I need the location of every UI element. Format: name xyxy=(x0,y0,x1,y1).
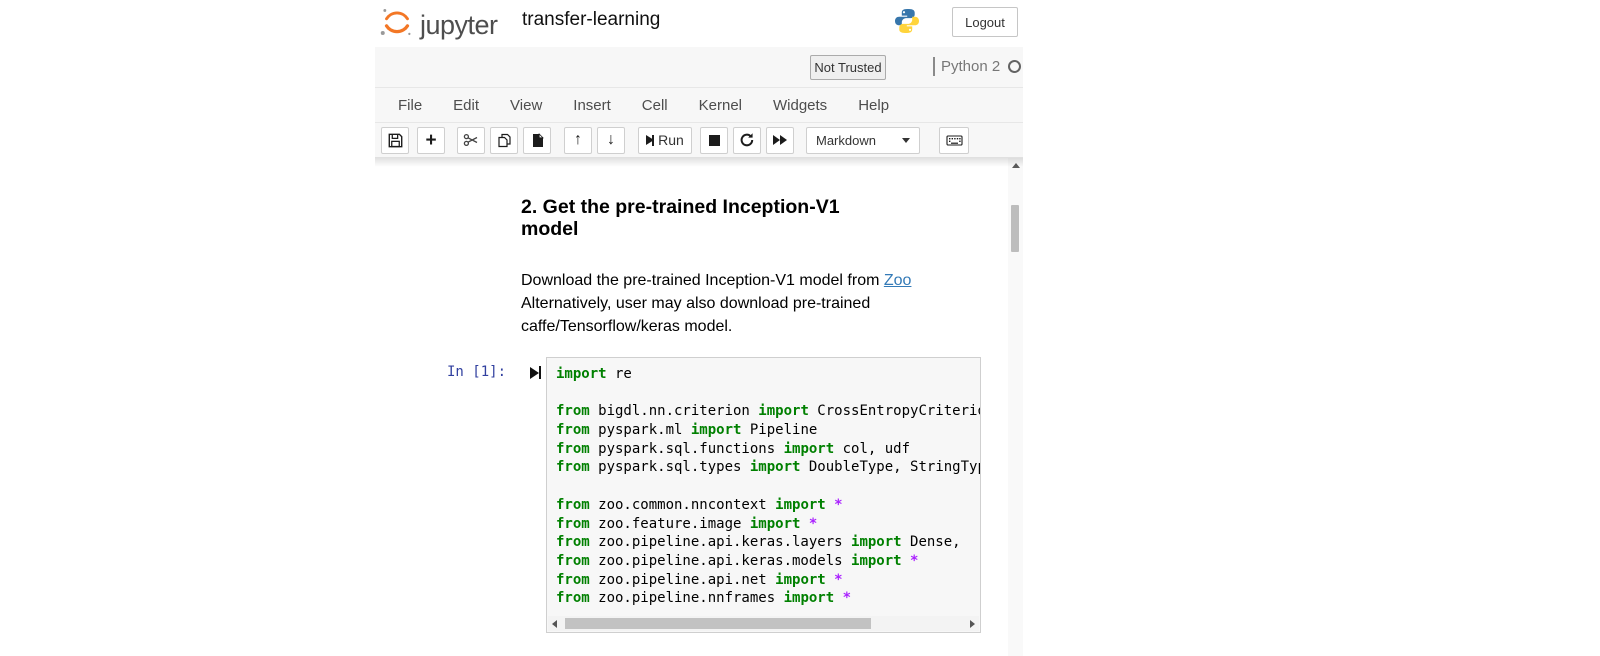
paragraph-text: Download the pre-trained Inception-V1 mo… xyxy=(521,272,884,289)
scroll-right-arrow-icon[interactable] xyxy=(966,616,979,631)
code-horizontal-scrollbar[interactable] xyxy=(548,616,979,631)
cell-type-dropdown[interactable]: Markdown xyxy=(806,127,920,154)
jupyter-logo-icon xyxy=(378,4,416,47)
code-cell[interactable]: import re from bigdl.nn.criterion import… xyxy=(546,357,981,633)
add-cell-button[interactable]: + xyxy=(417,127,445,154)
notebook-chrome: Not Trusted Python 2 File Edit View Inse… xyxy=(375,47,1023,157)
fast-forward-icon xyxy=(773,135,787,145)
header-shadow xyxy=(375,157,1023,167)
browser-viewport: jupyter transfer-learning Logout Not Tru… xyxy=(0,0,1600,656)
zoo-link[interactable]: Zoo xyxy=(884,272,912,289)
notebook-title[interactable]: transfer-learning xyxy=(522,9,660,31)
markdown-paragraph: Download the pre-trained Inception-V1 mo… xyxy=(521,269,911,338)
cell-run-indicator-icon[interactable] xyxy=(530,366,541,379)
status-row: Not Trusted Python 2 xyxy=(375,47,1023,87)
jupyter-logo-text: jupyter xyxy=(420,10,498,41)
add-cell-icon: + xyxy=(425,131,436,150)
code-lines[interactable]: import re from bigdl.nn.criterion import… xyxy=(547,358,980,616)
kernel-separator xyxy=(933,57,935,76)
menu-file[interactable]: File xyxy=(398,97,422,114)
notebook-header: jupyter transfer-learning Logout xyxy=(375,0,1023,47)
save-button[interactable] xyxy=(381,127,409,154)
menu-edit[interactable]: Edit xyxy=(453,97,479,114)
trust-status-badge[interactable]: Not Trusted xyxy=(810,55,886,80)
keyboard-icon xyxy=(946,133,963,148)
menu-kernel[interactable]: Kernel xyxy=(699,97,742,114)
kernel-idle-circle-icon xyxy=(1008,60,1021,73)
cut-icon xyxy=(463,132,479,148)
move-up-icon: ↑ xyxy=(574,132,582,148)
menu-insert[interactable]: Insert xyxy=(573,97,611,114)
copy-icon xyxy=(497,133,512,148)
restart-run-all-button[interactable] xyxy=(766,127,794,154)
run-cell-button[interactable]: Run xyxy=(638,127,692,154)
command-palette-button[interactable] xyxy=(939,127,969,154)
heading-line-2: model xyxy=(521,219,840,241)
save-icon xyxy=(388,133,403,148)
copy-cell-button[interactable] xyxy=(490,127,518,154)
paste-cell-button[interactable] xyxy=(523,127,551,154)
paste-icon xyxy=(530,133,545,148)
paragraph-line-2: Alternatively, user may also download pr… xyxy=(521,292,911,315)
restart-kernel-button[interactable] xyxy=(733,127,761,154)
move-down-icon: ↓ xyxy=(607,132,615,148)
jupyter-logo[interactable]: jupyter xyxy=(378,4,498,47)
horizontal-scroll-thumb[interactable] xyxy=(565,618,871,629)
move-cell-up-button[interactable]: ↑ xyxy=(564,127,592,154)
scroll-up-arrow-icon[interactable] xyxy=(1008,158,1023,173)
cut-cell-button[interactable] xyxy=(457,127,485,154)
cell-type-value: Markdown xyxy=(816,133,876,148)
run-icon xyxy=(646,135,654,146)
page-vertical-scrollbar[interactable] xyxy=(1008,158,1023,656)
logout-button[interactable]: Logout xyxy=(952,7,1018,37)
restart-kernel-icon xyxy=(739,132,755,148)
chevron-down-icon xyxy=(902,138,910,143)
toolbar: + xyxy=(375,123,1023,157)
python-logo-icon xyxy=(893,7,921,40)
kernel-name-label: Python 2 xyxy=(941,58,1000,75)
move-cell-down-button[interactable]: ↓ xyxy=(597,127,625,154)
menu-widgets[interactable]: Widgets xyxy=(773,97,827,114)
menu-help[interactable]: Help xyxy=(858,97,889,114)
menu-cell[interactable]: Cell xyxy=(642,97,668,114)
paragraph-line-3: caffe/Tensorflow/keras model. xyxy=(521,315,911,338)
run-label: Run xyxy=(658,132,684,148)
scroll-left-arrow-icon[interactable] xyxy=(548,616,561,631)
vertical-scroll-thumb[interactable] xyxy=(1011,205,1019,252)
markdown-heading: 2. Get the pre-trained Inception-V1 mode… xyxy=(521,197,840,240)
stop-icon xyxy=(709,135,720,146)
menu-view[interactable]: View xyxy=(510,97,542,114)
paragraph-line-1: Download the pre-trained Inception-V1 mo… xyxy=(521,269,911,292)
input-prompt: In [1]: xyxy=(447,364,506,380)
interrupt-kernel-button[interactable] xyxy=(700,127,728,154)
menu-bar: File Edit View Insert Cell Kernel Widget… xyxy=(375,87,1023,123)
heading-line-1: 2. Get the pre-trained Inception-V1 xyxy=(521,197,840,219)
